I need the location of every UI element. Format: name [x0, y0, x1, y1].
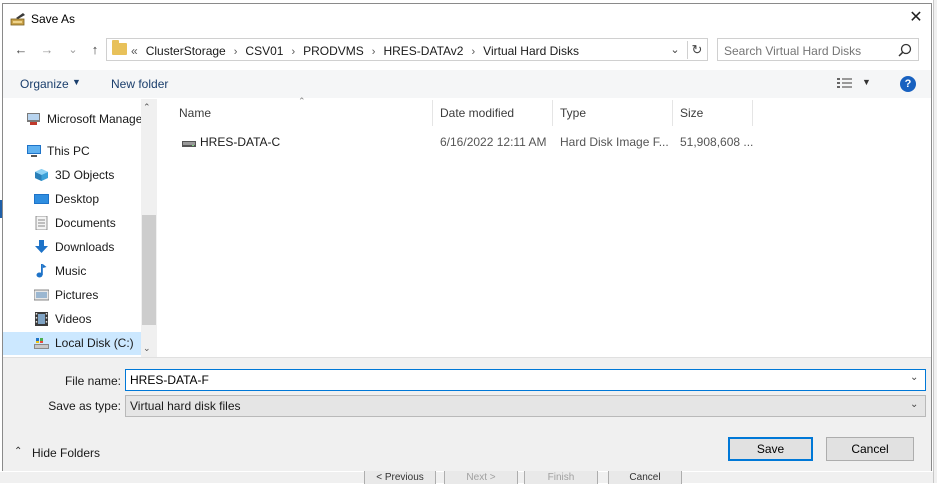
nav-item-label: This PC [47, 144, 90, 158]
nav-item-3d-objects[interactable]: 3D Objects [34, 164, 142, 186]
hard-disk-image-icon [182, 141, 196, 147]
nav-item-label: Music [55, 264, 87, 278]
column-divider[interactable] [752, 100, 753, 126]
organize-menu-button[interactable]: Organize [20, 77, 69, 91]
file-name-label: File name: [64, 374, 121, 388]
file-type-cell: Hard Disk Image F... [560, 135, 669, 149]
forward-arrow-icon[interactable]: → [38, 41, 56, 59]
nav-item-label: 3D Objects [55, 168, 115, 182]
organize-chevron-icon[interactable]: ▼ [72, 77, 81, 87]
cube-icon [35, 169, 48, 181]
address-dropdown-chevron-icon[interactable]: ⌄ [668, 41, 682, 59]
nav-item-label: Downloads [55, 240, 115, 254]
nav-item-label: Local Disk (C:) [55, 336, 134, 350]
nav-item-local-disk[interactable]: Local Disk (C:) [34, 332, 141, 354]
computer-icon [27, 145, 41, 157]
wizard-previous-button[interactable]: < Previous [364, 470, 436, 484]
nav-item-music[interactable]: Music [34, 260, 142, 282]
save-as-type-value[interactable]: Virtual hard disk files [130, 399, 241, 413]
nav-item-downloads[interactable]: Downloads [34, 236, 142, 258]
save-as-type-chevron-icon[interactable]: ⌄ [910, 399, 918, 410]
folder-icon [112, 40, 127, 55]
breadcrumb-separator[interactable]: › [291, 46, 295, 58]
cancel-button[interactable]: Cancel [826, 437, 914, 461]
back-arrow-icon[interactable]: ← [12, 41, 30, 59]
close-icon[interactable]: ✕ [906, 8, 926, 28]
nav-item-this-pc[interactable]: This PC [26, 140, 142, 162]
save-as-type-label: Save as type: [48, 399, 121, 413]
wizard-cancel-button[interactable]: Cancel [608, 470, 682, 484]
nav-item-label: Videos [55, 312, 92, 326]
save-as-icon [10, 13, 25, 26]
column-divider[interactable] [552, 100, 553, 126]
new-folder-button[interactable]: New folder [111, 77, 168, 91]
drive-icon [34, 338, 49, 349]
nav-item-videos[interactable]: Videos [34, 308, 142, 330]
wizard-finish-button[interactable]: Finish [524, 470, 598, 484]
view-options-chevron-icon[interactable]: ▼ [862, 77, 871, 87]
scroll-up-chevron-icon[interactable]: ⌃ [143, 102, 151, 113]
save-as-type-select[interactable] [125, 395, 926, 417]
scroll-down-chevron-icon[interactable]: ⌄ [143, 343, 151, 354]
column-divider[interactable] [432, 100, 433, 126]
file-name-dropdown-chevron-icon[interactable]: ⌄ [910, 372, 918, 383]
save-button[interactable]: Save [728, 437, 813, 461]
breadcrumb-separator[interactable]: › [471, 46, 475, 58]
mmc-icon [27, 113, 40, 125]
breadcrumb-virtual-hard-disks[interactable]: Virtual Hard Disks [483, 44, 579, 58]
search-input[interactable] [724, 44, 894, 58]
column-header-name[interactable]: Name [179, 106, 211, 120]
desktop-icon [34, 194, 49, 204]
column-header-date-modified[interactable]: Date modified [440, 106, 514, 120]
nav-scrollbar-thumb[interactable] [142, 215, 156, 325]
change-view-icon[interactable] [836, 76, 854, 90]
nav-item-label: Documents [55, 216, 116, 230]
breadcrumb-csv01[interactable]: CSV01 [245, 44, 283, 58]
music-icon [36, 264, 47, 278]
file-size-cell: 51,908,608 ... [680, 135, 754, 149]
search-icon[interactable] [897, 42, 913, 58]
nav-item-documents[interactable]: Documents [34, 212, 142, 234]
video-icon [35, 312, 48, 326]
download-icon [35, 240, 48, 253]
help-icon[interactable]: ? [900, 76, 916, 92]
nav-item-label: Pictures [55, 288, 99, 302]
dialog-title: Save As [31, 12, 76, 26]
breadcrumb-clusterstorage[interactable]: ClusterStorage [146, 44, 226, 58]
breadcrumb[interactable]: « ClusterStorage › CSV01 › PRODVMS › HRES-DATAv… [131, 44, 579, 58]
hide-folders-chevron-icon[interactable]: ⌃ [14, 446, 22, 457]
nav-item-mmc[interactable]: Microsoft Management Console [26, 108, 142, 130]
breadcrumb-overflow[interactable]: « [131, 44, 138, 58]
breadcrumb-prodvms[interactable]: PRODVMS [303, 44, 364, 58]
nav-item-label: Microsoft Management Console [47, 112, 142, 126]
nav-item-desktop[interactable]: Desktop [34, 188, 142, 210]
background-window-edge [933, 0, 937, 483]
recent-locations-chevron-icon[interactable]: ⌄ [64, 41, 82, 59]
up-arrow-icon[interactable]: ↑ [86, 41, 104, 59]
breadcrumb-separator[interactable]: › [234, 46, 238, 58]
column-header-type[interactable]: Type [560, 106, 586, 120]
sort-ascending-icon: ⌃ [298, 96, 306, 106]
nav-item-label: Desktop [55, 192, 100, 206]
file-name-input[interactable] [130, 373, 900, 387]
wizard-next-button[interactable]: Next > [444, 470, 518, 484]
nav-item-pictures[interactable]: Pictures [34, 284, 142, 306]
breadcrumb-hres-datav2[interactable]: HRES-DATAv2 [383, 44, 463, 58]
file-date-cell: 6/16/2022 12:11 AM [440, 135, 547, 149]
file-name-cell[interactable]: HRES-DATA-C [200, 135, 280, 149]
column-header-size[interactable]: Size [680, 106, 703, 120]
document-icon [35, 216, 48, 230]
hide-folders-button[interactable]: Hide Folders [32, 446, 100, 460]
breadcrumb-separator[interactable]: › [372, 46, 376, 58]
column-divider[interactable] [672, 100, 673, 126]
refresh-icon[interactable]: ↻ [687, 41, 706, 59]
pictures-icon [34, 289, 49, 301]
